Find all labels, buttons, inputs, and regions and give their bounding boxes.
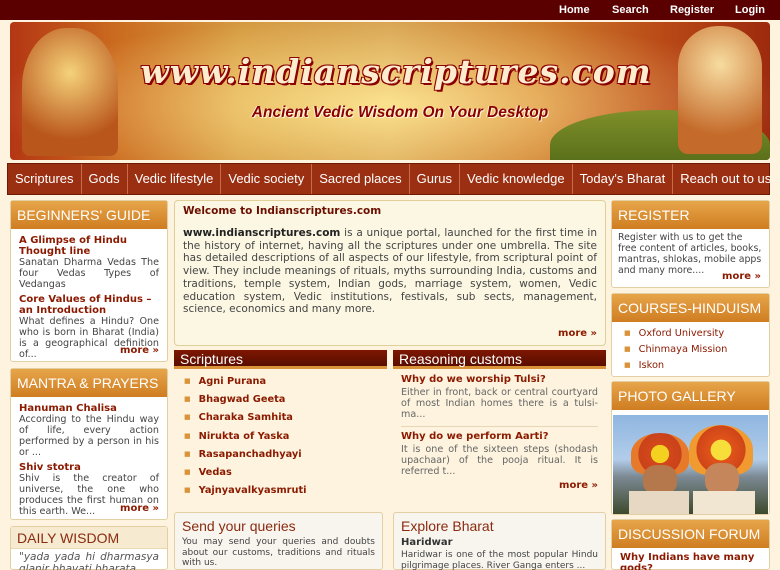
courses-list: Oxford University Chinmaya Mission Iskon [612,322,769,373]
nav-sacred-places[interactable]: Sacred places [312,164,410,194]
scriptures-panel: Scriptures Agni Purana Bhagwad Geeta Cha… [174,350,387,510]
photo-gallery-title: PHOTO GALLERY [612,382,769,410]
scripture-link[interactable]: Yajnyavalkyasmruti [184,481,387,499]
custom-link[interactable]: Why do we worship Tulsi? [401,374,598,385]
nav-vedic-society[interactable]: Vedic society [221,164,313,194]
welcome-body: is a unique portal, launched for the fir… [183,227,597,316]
scripture-link[interactable]: Agni Purana [184,372,387,390]
scriptures-list: Agni Purana Bhagwad Geeta Charaka Samhit… [174,369,387,499]
scripture-link[interactable]: Bhagwad Geeta [184,390,387,408]
scripture-link[interactable]: Vedas [184,463,387,481]
beginners-guide-title: BEGINNERS' GUIDE [11,201,167,229]
gallery-photo[interactable] [613,415,768,514]
site-tagline: Ancient Vedic Wisdom On Your Desktop [251,104,549,121]
place-summary: Haridwar is one of the most popular Hind… [401,550,598,570]
top-bar: Home Search Register Login [0,0,780,20]
place-link[interactable]: Haridwar [394,534,605,548]
daily-wisdom-title: DAILY WISDOM [11,527,167,549]
article-link[interactable]: Hanuman Chalisa [19,403,159,414]
custom-summary: It is one of the sixteen steps (shodash … [401,444,598,477]
nav-gods[interactable]: Gods [82,164,128,194]
nav-todays-bharat[interactable]: Today's Bharat [573,164,674,194]
scriptures-title: Scriptures [174,350,387,369]
nav-gurus[interactable]: Gurus [410,164,461,194]
header-banner[interactable]: www.indianscriptures.com Ancient Vedic W… [10,22,770,160]
courses-title: COURSES-HINDUISM [612,294,769,322]
more-link[interactable]: more » [722,271,761,282]
nav-vedic-lifestyle[interactable]: Vedic lifestyle [128,164,222,194]
daily-wisdom-panel: DAILY WISDOM "yada yada hi dharmasya gla… [10,526,168,570]
article-summary: Sanatan Dharma Vedas The four Vedas Type… [19,257,159,290]
search-link[interactable]: Search [612,4,649,16]
course-link[interactable]: Chinmaya Mission [624,342,769,358]
course-link[interactable]: Iskon [624,358,769,374]
login-link[interactable]: Login [735,4,765,16]
scripture-link[interactable]: Nirukta of Yaska [184,427,387,445]
send-queries-title: Send your queries [182,518,296,534]
article-link[interactable]: A Glimpse of Hindu Thought line [19,235,159,257]
more-link[interactable]: more » [558,328,597,339]
explore-bharat-panel: Explore Bharat Haridwar Haridwar is one … [393,512,606,570]
register-panel: REGISTER Register with us to get the fre… [611,200,770,288]
nav-reach-out[interactable]: Reach out to us [673,164,778,194]
mantra-prayers-panel: MANTRA & PRAYERS Hanuman Chalisa Accordi… [10,368,168,520]
scripture-link[interactable]: Charaka Samhita [184,408,387,426]
main-nav: Scriptures Gods Vedic lifestyle Vedic so… [7,163,771,195]
custom-summary: Either in front, back or central courtya… [401,387,598,420]
deity-illustration [678,26,762,154]
temple-illustration [22,28,118,156]
article-link[interactable]: Core Values of Hindus – an Introduction [19,294,159,316]
discussion-forum-panel: DISCUSSION FORUM Why Indians have many g… [611,519,770,570]
welcome-heading: Welcome to Indianscriptures.com [183,205,382,217]
reasoning-customs-title: Reasoning customs [393,350,606,369]
register-title: REGISTER [612,201,769,229]
photo-gallery-panel: PHOTO GALLERY [611,381,770,515]
forum-topic-link[interactable]: Why Indians have many gods? [612,548,769,570]
more-link[interactable]: more » [120,345,159,356]
more-link[interactable]: more » [120,503,159,514]
reasoning-customs-panel: Reasoning customs Why do we worship Tuls… [393,350,606,496]
home-link[interactable]: Home [559,4,590,16]
nav-scriptures[interactable]: Scriptures [8,164,82,194]
site-logo: www.indianscriptures.com [140,52,652,91]
explore-bharat-title: Explore Bharat [401,518,494,534]
more-link[interactable]: more » [559,480,598,491]
send-queries-panel: Send your queries You may send your quer… [174,512,383,570]
course-link[interactable]: Oxford University [624,326,769,342]
clothing-illustration [629,491,689,514]
welcome-panel: Welcome to Indianscriptures.com www.indi… [174,200,606,346]
send-queries-text: You may send your queries and doubts abo… [182,537,375,568]
courses-panel: COURSES-HINDUISM Oxford University Chinm… [611,293,770,377]
welcome-text: www.indianscriptures.com is a unique por… [175,221,605,316]
register-link[interactable]: Register [670,4,714,16]
scripture-link[interactable]: Rasapanchadhyayi [184,445,387,463]
daily-wisdom-quote: "yada yada hi dharmasya glanir bhavati b… [19,551,159,570]
custom-link[interactable]: Why do we perform Aarti? [401,431,598,442]
article-summary: According to the Hindu way of life, ever… [19,414,159,458]
discussion-forum-title: DISCUSSION FORUM [612,520,769,548]
clothing-illustration [693,491,755,514]
mantra-prayers-title: MANTRA & PRAYERS [11,369,167,397]
article-link[interactable]: Shiv stotra [19,462,159,473]
site-name: www.indianscriptures.com [183,227,341,239]
beginners-guide-panel: BEGINNERS' GUIDE A Glimpse of Hindu Thou… [10,200,168,362]
nav-vedic-knowledge[interactable]: Vedic knowledge [460,164,573,194]
